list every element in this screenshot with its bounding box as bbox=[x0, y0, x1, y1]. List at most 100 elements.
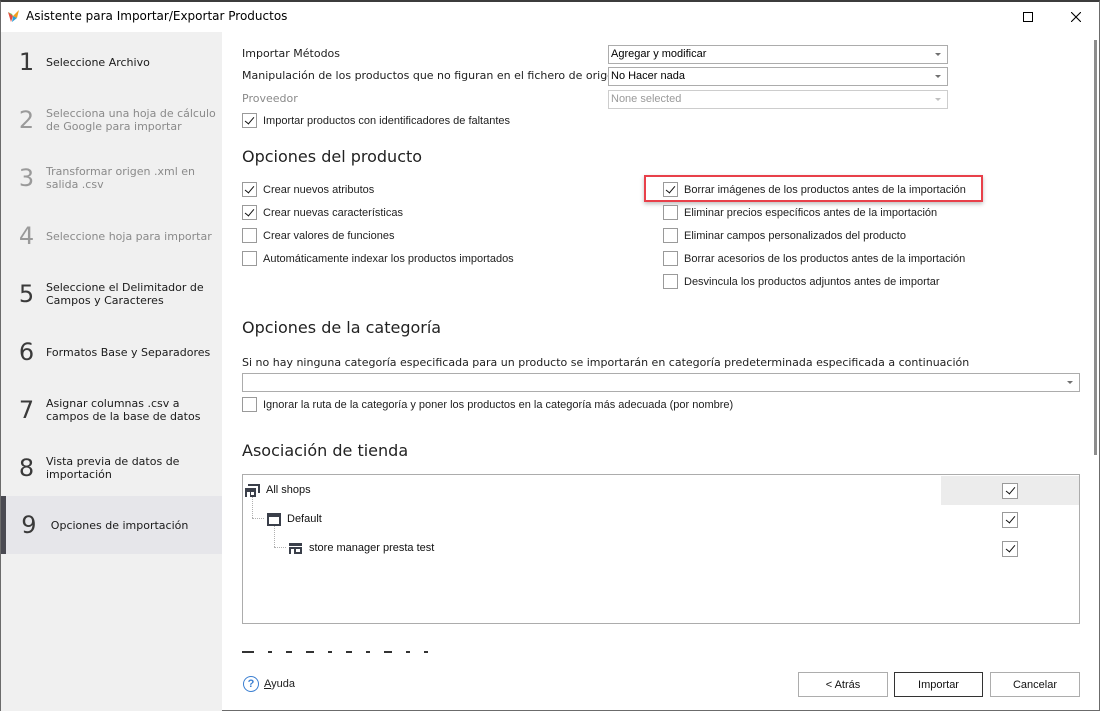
step-number: 7 bbox=[18, 396, 35, 424]
step-label: Seleccione el Delimitador de Campos y Ca… bbox=[46, 281, 204, 307]
product-options-title: Opciones del producto bbox=[242, 147, 423, 166]
step-number: 2 bbox=[18, 106, 35, 134]
ignore-category-path-checkbox[interactable]: Ignorar la ruta de la categoría y poner … bbox=[242, 397, 733, 412]
checkbox-box[interactable] bbox=[663, 182, 678, 197]
auto-index-checkbox[interactable]: Automáticamente indexar los productos im… bbox=[242, 251, 514, 266]
checkbox-box[interactable] bbox=[242, 113, 257, 128]
help-icon: ? bbox=[243, 676, 259, 692]
delete-specific-prices-checkbox[interactable]: Eliminar precios específicos antes de la… bbox=[663, 205, 937, 220]
checkbox-label: Borrar imágenes de los productos antes d… bbox=[684, 183, 966, 196]
step-number: 3 bbox=[18, 164, 35, 192]
step-3[interactable]: 3 Transformar origen .xml en salida .csv bbox=[1, 158, 222, 198]
default-checkbox[interactable] bbox=[1002, 512, 1018, 528]
checkbox-label: Desvincula los productos adjuntos antes … bbox=[684, 275, 940, 288]
checkbox-box[interactable] bbox=[242, 251, 257, 266]
delete-accessories-checkbox[interactable]: Borrar acesorios de los productos antes … bbox=[663, 251, 965, 266]
window-title: Asistente para Importar/Exportar Product… bbox=[26, 9, 288, 23]
step-number: 1 bbox=[18, 48, 35, 76]
chevron-down-icon bbox=[935, 75, 941, 78]
checkbox-label: Crear nuevas características bbox=[263, 206, 403, 219]
all-shops-checkbox[interactable] bbox=[1002, 483, 1018, 499]
shop-group-icon bbox=[245, 484, 260, 497]
import-method-select[interactable]: Agregar y modificar bbox=[608, 45, 948, 64]
step-5[interactable]: 5 Seleccione el Delimitador de Campos y … bbox=[1, 274, 222, 314]
create-attributes-checkbox[interactable]: Crear nuevos atributos bbox=[242, 182, 374, 197]
step-4[interactable]: 4 Seleccione hoja para importar bbox=[1, 216, 222, 256]
chevron-down-icon bbox=[935, 53, 941, 56]
clipped-section-title bbox=[242, 651, 502, 657]
checkbox-label: Borrar acesorios de los productos antes … bbox=[684, 252, 966, 265]
maximize-icon bbox=[1023, 12, 1033, 22]
tree-node-store[interactable]: store manager presta test bbox=[243, 534, 1079, 563]
checkbox-box[interactable] bbox=[242, 205, 257, 220]
checkbox-box[interactable] bbox=[663, 205, 678, 220]
import-wizard-window: Asistente para Importar/Exportar Product… bbox=[0, 0, 1100, 711]
store-checkbox[interactable] bbox=[1002, 541, 1018, 557]
step-label: Seleccione Archivo bbox=[46, 55, 150, 69]
step-6[interactable]: 6 Formatos Base y Separadores bbox=[1, 332, 222, 372]
supplier-select[interactable]: None selected bbox=[608, 90, 948, 109]
shop-association-title: Asociación de tienda bbox=[242, 441, 409, 460]
tree-node-default[interactable]: Default bbox=[243, 505, 1079, 534]
help-link[interactable]: ? Ayuda bbox=[243, 676, 295, 692]
checkbox-box[interactable] bbox=[242, 182, 257, 197]
supplier-value: None selected bbox=[611, 93, 682, 105]
back-button-label: < Atrás bbox=[825, 678, 861, 691]
tree-node-label: All shops bbox=[266, 484, 311, 496]
help-label: Ayuda bbox=[264, 678, 295, 690]
unlink-attachments-checkbox[interactable]: Desvincula los productos adjuntos antes … bbox=[663, 274, 940, 289]
checkbox-box[interactable] bbox=[242, 228, 257, 243]
missing-products-value: No Hacer nada bbox=[611, 70, 685, 82]
wizard-steps-sidebar: 1 Seleccione Archivo 2 Selecciona una ho… bbox=[1, 32, 222, 711]
close-icon bbox=[1071, 12, 1081, 22]
default-category-select[interactable] bbox=[242, 373, 1080, 392]
back-button[interactable]: < Atrás bbox=[798, 672, 888, 697]
cancel-button-label: Cancelar bbox=[1012, 678, 1058, 691]
step-number: 5 bbox=[18, 280, 35, 308]
tree-node-label: store manager presta test bbox=[309, 542, 435, 554]
step-number: 4 bbox=[18, 222, 35, 250]
cancel-button[interactable]: Cancelar bbox=[990, 672, 1080, 697]
step-1[interactable]: 1 Seleccione Archivo bbox=[1, 42, 222, 82]
import-button[interactable]: Importar bbox=[894, 672, 983, 697]
step-number: 6 bbox=[18, 338, 35, 366]
create-features-checkbox[interactable]: Crear nuevas características bbox=[242, 205, 403, 220]
maximize-button[interactable] bbox=[1005, 2, 1051, 32]
category-options-title: Opciones de la categoría bbox=[242, 318, 442, 337]
category-description: Si no hay ninguna categoría especificada… bbox=[242, 356, 970, 369]
step-2[interactable]: 2 Selecciona una hoja de cálculo de Goog… bbox=[1, 100, 222, 140]
close-button[interactable] bbox=[1053, 2, 1099, 32]
import-missing-ids-checkbox[interactable]: Importar productos con identificadores d… bbox=[242, 113, 510, 128]
supplier-label: Proveedor bbox=[242, 92, 298, 105]
step-label: Formatos Base y Separadores bbox=[46, 345, 211, 359]
chevron-down-icon bbox=[935, 98, 941, 101]
tree-node-all-shops[interactable]: All shops bbox=[243, 476, 1079, 505]
import-button-label: Importar bbox=[918, 678, 959, 691]
step-label: Transformar origen .xml en salida .csv bbox=[46, 165, 196, 191]
checkbox-label: Importar productos con identificadores d… bbox=[263, 114, 511, 127]
checkbox-box[interactable] bbox=[663, 274, 678, 289]
step-9[interactable]: 9 Opciones de importación bbox=[1, 496, 222, 554]
step-8[interactable]: 8 Vista previa de datos de importación bbox=[1, 448, 222, 488]
step-label: Asignar columnas .csv a campos de la bas… bbox=[46, 397, 201, 423]
delete-images-checkbox[interactable]: Borrar imágenes de los productos antes d… bbox=[663, 182, 966, 197]
delete-custom-fields-checkbox[interactable]: Eliminar campos personalizados del produ… bbox=[663, 228, 906, 243]
checkbox-box[interactable] bbox=[663, 228, 678, 243]
content-scrollbar[interactable] bbox=[1094, 40, 1097, 455]
missing-products-label: Manipulación de los productos que no fig… bbox=[242, 69, 621, 82]
step-number: 9 bbox=[21, 511, 37, 539]
checkbox-label: Crear valores de funciones bbox=[263, 229, 395, 242]
chevron-down-icon bbox=[1067, 381, 1073, 384]
missing-products-select[interactable]: No Hacer nada bbox=[608, 67, 948, 86]
step-7[interactable]: 7 Asignar columnas .csv a campos de la b… bbox=[1, 390, 222, 430]
create-feature-values-checkbox[interactable]: Crear valores de funciones bbox=[242, 228, 394, 243]
step-label: Seleccione hoja para importar bbox=[46, 229, 212, 243]
store-icon bbox=[289, 543, 302, 554]
step-label: Selecciona una hoja de cálculo de Google… bbox=[46, 107, 216, 133]
import-method-label: Importar Métodos bbox=[242, 47, 341, 60]
checkbox-box[interactable] bbox=[663, 251, 678, 266]
import-method-value: Agregar y modificar bbox=[611, 48, 707, 60]
checkbox-box[interactable] bbox=[242, 397, 257, 412]
shop-tree: All shops Default store manager presta t… bbox=[242, 474, 1080, 624]
step-label: Opciones de importación bbox=[50, 518, 189, 532]
